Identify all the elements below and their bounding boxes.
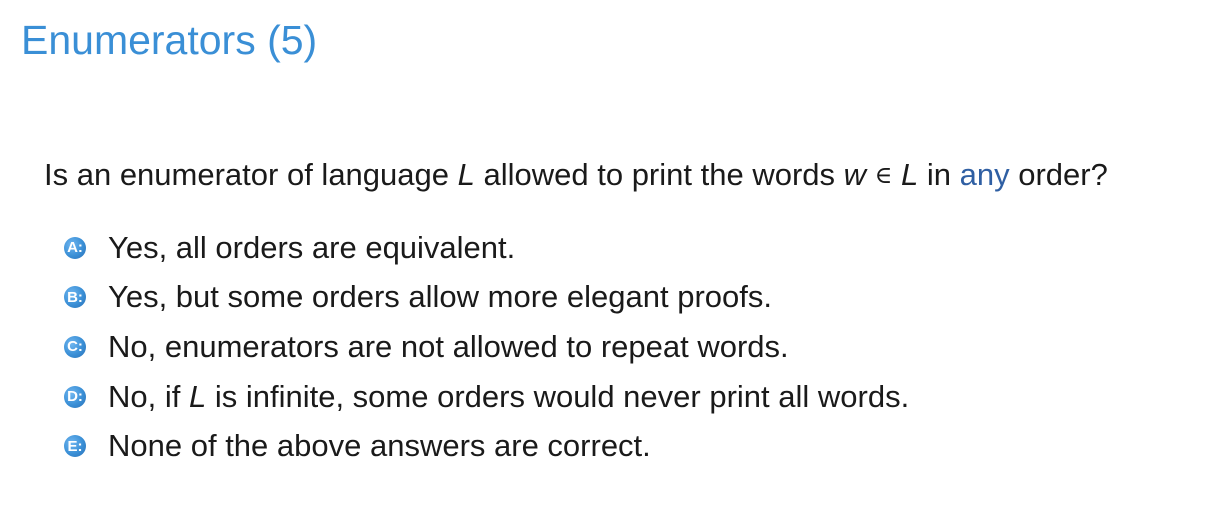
option-text: No, enumerators are not allowed to repea… [108, 328, 789, 364]
answer-options: A: Yes, all orders are equivalent. B: Ye… [64, 223, 909, 471]
question-part: allowed to print the words [474, 157, 844, 192]
answer-option-b[interactable]: B: Yes, but some orders allow more elega… [64, 273, 909, 323]
option-text-part: is infinite, some orders would never pri… [206, 378, 910, 414]
option-text: Yes, all orders are equivalent. [108, 229, 516, 265]
element-of-symbol: ∈ [874, 161, 893, 189]
option-text: No, if L is infinite, some orders would … [108, 378, 909, 416]
question-part: order? [1009, 157, 1108, 192]
question-part: Is an enumerator of language [44, 157, 458, 192]
option-text: None of the above answers are correct. [108, 428, 651, 464]
question-part: in [918, 157, 960, 192]
question-text: Is an enumerator of language L allowed t… [44, 156, 1108, 194]
option-marker-icon: A: [64, 236, 86, 259]
emphasis-word: any [959, 157, 1010, 192]
option-marker-icon: C: [64, 335, 86, 358]
answer-option-e[interactable]: E: None of the above answers are correct… [64, 421, 909, 471]
option-text: Yes, but some orders allow more elegant … [108, 279, 772, 315]
option-marker-icon: D: [64, 385, 86, 408]
math-variable-L: L [457, 157, 475, 192]
option-marker-icon: B: [64, 286, 86, 309]
math-variable-L: L [901, 157, 919, 192]
math-variable-w: w [843, 157, 867, 192]
answer-option-d[interactable]: D: No, if L is infinite, some orders wou… [64, 372, 909, 422]
slide-title: Enumerators (5) [21, 17, 318, 63]
answer-option-c[interactable]: C: No, enumerators are not allowed to re… [64, 322, 909, 372]
option-text-part: No, if [108, 378, 189, 414]
math-variable-L: L [188, 378, 207, 414]
option-marker-icon: E: [64, 435, 86, 458]
answer-option-a[interactable]: A: Yes, all orders are equivalent. [64, 223, 909, 273]
